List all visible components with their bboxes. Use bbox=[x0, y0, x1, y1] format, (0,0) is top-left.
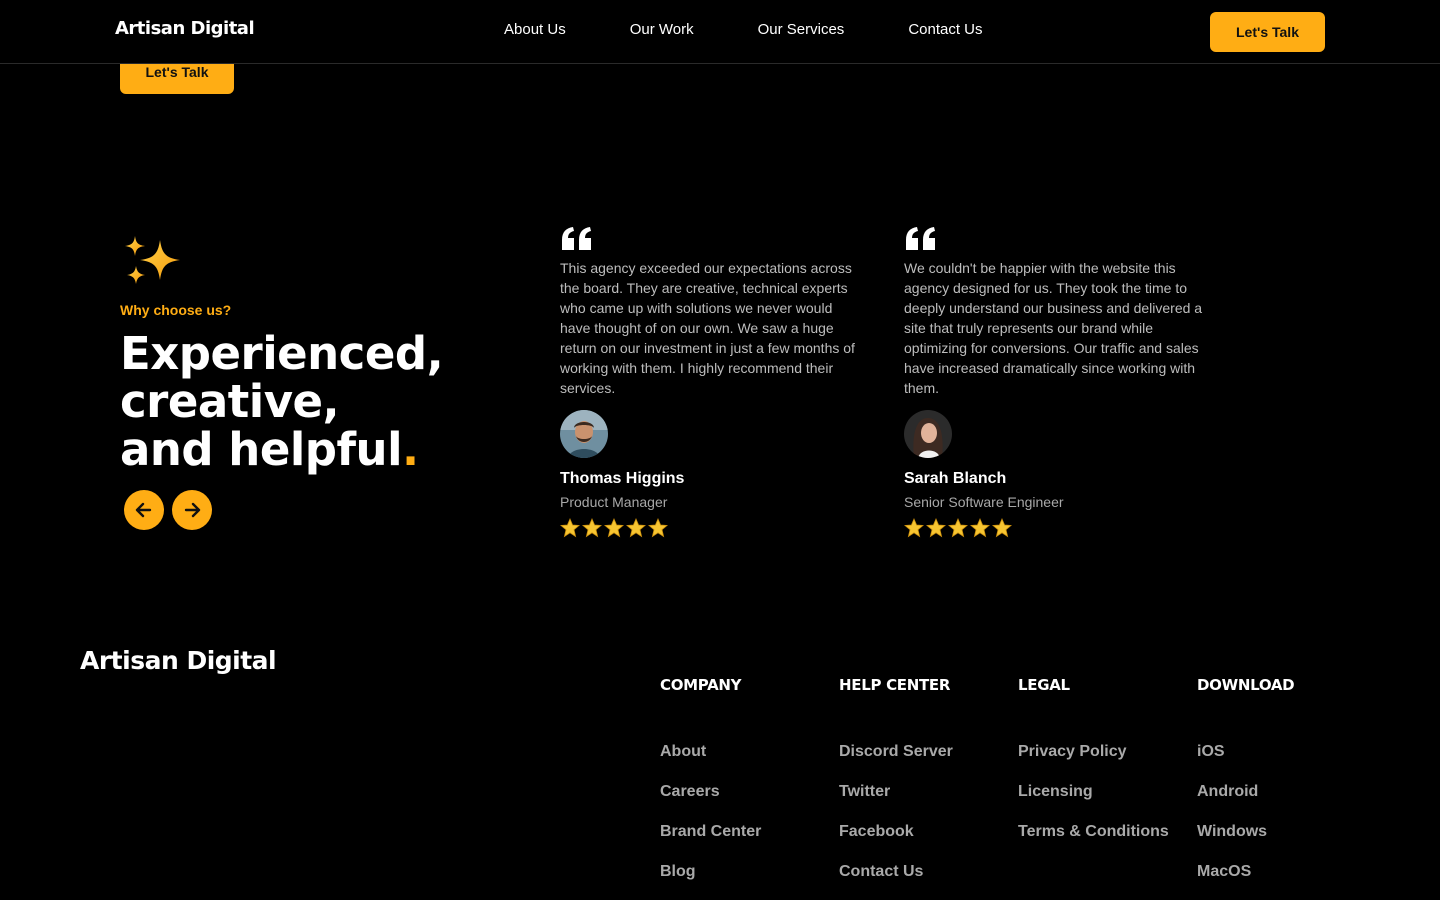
nav-contact-us[interactable]: Contact Us bbox=[908, 21, 982, 38]
headline-line-3-text: and helpful bbox=[120, 423, 403, 476]
why-headline: Experienced, creative, and helpful. bbox=[120, 330, 500, 474]
footer-link-macos[interactable]: MacOS bbox=[1197, 842, 1367, 882]
headline-line-3: and helpful. bbox=[120, 426, 500, 474]
why-choose-us-eyebrow: Why choose us? bbox=[120, 302, 232, 318]
arrow-right-icon bbox=[184, 502, 201, 518]
headline-line-1: Experienced, bbox=[120, 327, 444, 380]
footer-link-contact-us[interactable]: Contact Us bbox=[839, 842, 1009, 882]
star-icon bbox=[560, 518, 580, 538]
carousel-controls bbox=[124, 490, 212, 530]
footer-link-facebook[interactable]: Facebook bbox=[839, 802, 1009, 842]
footer-column-company: COMPANY About Careers Brand Center Blog bbox=[660, 676, 830, 882]
footer-column-title: COMPANY bbox=[660, 676, 742, 694]
headline-line-2: creative, bbox=[120, 375, 340, 428]
brand-logo[interactable]: Artisan Digital bbox=[115, 18, 255, 39]
footer-link-android[interactable]: Android bbox=[1197, 762, 1367, 802]
prev-arrow-button[interactable] bbox=[124, 490, 164, 530]
footer-brand-logo[interactable]: Artisan Digital bbox=[80, 646, 277, 675]
avatar-thomas-icon bbox=[560, 410, 608, 458]
star-icon bbox=[648, 518, 668, 538]
arrow-left-icon bbox=[135, 502, 152, 518]
star-icon bbox=[582, 518, 602, 538]
star-icon bbox=[604, 518, 624, 538]
star-icon bbox=[970, 518, 990, 538]
footer-link-blog[interactable]: Blog bbox=[660, 842, 830, 882]
avatar-sarah-icon bbox=[904, 410, 952, 458]
star-icon bbox=[904, 518, 924, 538]
footer-link-twitter[interactable]: Twitter bbox=[839, 762, 1009, 802]
main-nav: About Us Our Work Our Services Contact U… bbox=[504, 21, 983, 38]
avatar bbox=[904, 410, 952, 458]
testimonial-name: Thomas Higgins bbox=[560, 470, 685, 487]
footer-link-ios[interactable]: iOS bbox=[1197, 722, 1367, 762]
footer-column-title: DOWNLOAD bbox=[1197, 676, 1295, 694]
footer-link-careers[interactable]: Careers bbox=[660, 762, 830, 802]
footer-column-help-center: HELP CENTER Discord Server Twitter Faceb… bbox=[839, 676, 1009, 882]
quote-icon bbox=[562, 227, 591, 250]
testimonial-card: This agency exceeded our expectations ac… bbox=[560, 226, 865, 538]
footer-link-privacy-policy[interactable]: Privacy Policy bbox=[1018, 722, 1188, 762]
star-icon bbox=[926, 518, 946, 538]
avatar bbox=[560, 410, 608, 458]
footer-link-licensing[interactable]: Licensing bbox=[1018, 762, 1188, 802]
nav-our-services[interactable]: Our Services bbox=[758, 21, 845, 38]
footer-column-download: DOWNLOAD iOS Android Windows MacOS bbox=[1197, 676, 1367, 882]
lets-talk-button[interactable]: Let's Talk bbox=[1210, 12, 1325, 52]
testimonial-card: We couldn't be happier with the website … bbox=[904, 226, 1209, 538]
testimonial-text: We couldn't be happier with the website … bbox=[904, 260, 1203, 396]
footer-link-terms-conditions[interactable]: Terms & Conditions bbox=[1018, 802, 1188, 842]
testimonial-role: Product Manager bbox=[560, 494, 668, 510]
nav-about-us[interactable]: About Us bbox=[504, 21, 566, 38]
footer-link-discord-server[interactable]: Discord Server bbox=[839, 722, 1009, 762]
star-icon bbox=[948, 518, 968, 538]
star-icon bbox=[992, 518, 1012, 538]
footer-link-windows[interactable]: Windows bbox=[1197, 802, 1367, 842]
headline-accent-dot: . bbox=[402, 423, 419, 476]
testimonial-role: Senior Software Engineer bbox=[904, 494, 1064, 510]
next-arrow-button[interactable] bbox=[172, 490, 212, 530]
star-icon bbox=[626, 518, 646, 538]
site-header: Artisan Digital About Us Our Work Our Se… bbox=[0, 0, 1440, 64]
nav-our-work[interactable]: Our Work bbox=[630, 21, 694, 38]
footer-link-brand-center[interactable]: Brand Center bbox=[660, 802, 830, 842]
footer-column-title: HELP CENTER bbox=[839, 676, 951, 694]
rating-stars bbox=[560, 518, 668, 538]
sparkles-icon bbox=[125, 236, 180, 284]
footer-column-legal: LEGAL Privacy Policy Licensing Terms & C… bbox=[1018, 676, 1188, 842]
footer-link-about[interactable]: About bbox=[660, 722, 830, 762]
rating-stars bbox=[904, 518, 1012, 538]
footer-column-title: LEGAL bbox=[1018, 676, 1070, 694]
testimonial-text: This agency exceeded our expectations ac… bbox=[560, 260, 855, 396]
testimonial-name: Sarah Blanch bbox=[904, 470, 1007, 487]
quote-icon bbox=[906, 227, 935, 250]
